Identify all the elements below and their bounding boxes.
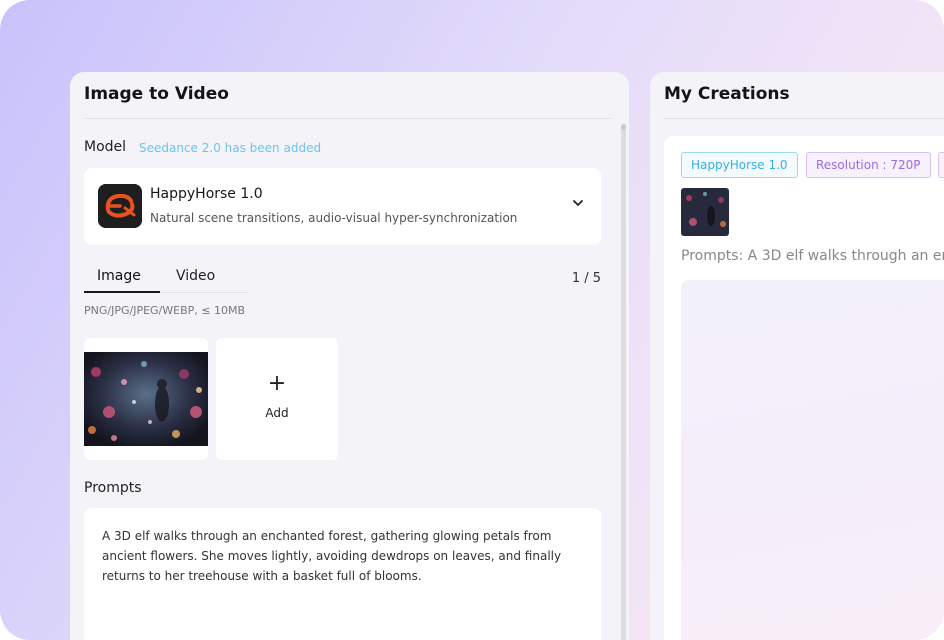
divider <box>84 118 612 119</box>
my-creations-panel: My Creations HappyHorse 1.0 Resolution :… <box>650 72 944 640</box>
prompt-textarea[interactable]: A 3D elf walks through an enchanted fore… <box>84 508 601 640</box>
add-label: Add <box>265 406 289 420</box>
scrollbar[interactable] <box>621 124 626 640</box>
tab-image[interactable]: Image <box>97 268 141 284</box>
add-image-button[interactable]: + Add <box>216 338 338 460</box>
image-to-video-panel: Image to Video Model Seedance 2.0 has be… <box>70 72 629 640</box>
elf-forest-image <box>84 352 208 446</box>
panel-title: My Creations <box>664 84 790 104</box>
prompts-label: Prompts <box>84 480 142 496</box>
tab-baseline <box>160 292 248 293</box>
model-chip: HappyHorse 1.0 <box>681 152 798 178</box>
divider <box>664 118 944 119</box>
video-preview[interactable] <box>681 280 944 640</box>
app-background: Image to Video Model Seedance 2.0 has be… <box>0 0 944 640</box>
model-name: HappyHorse 1.0 <box>150 186 263 202</box>
chevron-down-icon[interactable] <box>571 196 585 210</box>
model-description: Natural scene transitions, audio-visual … <box>150 211 518 225</box>
extra-chip <box>938 152 944 178</box>
active-tab-indicator <box>84 291 160 293</box>
creation-card: HappyHorse 1.0 Resolution : 720P Prompts… <box>664 136 944 640</box>
scrollbar-thumb[interactable] <box>621 124 626 130</box>
tab-video[interactable]: Video <box>176 268 215 284</box>
resolution-chip: Resolution : 720P <box>806 152 931 178</box>
model-selector[interactable]: HappyHorse 1.0 Natural scene transitions… <box>84 168 601 245</box>
image-counter: 1 / 5 <box>571 271 601 286</box>
accepted-formats: PNG/JPG/JPEG/WEBP, ≤ 10MB <box>84 304 246 317</box>
model-notice: Seedance 2.0 has been added <box>139 141 322 155</box>
creation-prompt: Prompts: A 3D elf walks through an encha… <box>681 248 944 264</box>
creation-thumbnail[interactable] <box>681 188 729 236</box>
uploaded-image-thumbnail[interactable] <box>84 338 208 460</box>
input-type-tabs: Image Video <box>84 260 248 294</box>
model-label: Model <box>84 139 127 155</box>
panel-title: Image to Video <box>84 84 229 104</box>
plus-icon: + <box>267 371 287 396</box>
happyhorse-logo-icon <box>98 184 142 228</box>
